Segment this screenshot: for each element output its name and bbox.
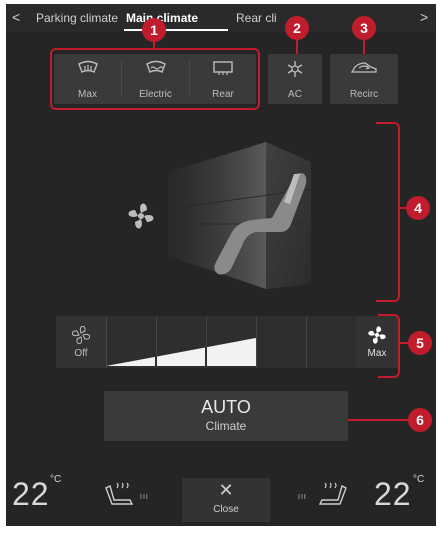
callout-4-bracket <box>376 122 400 302</box>
callout-badge-4: 4 <box>406 196 430 220</box>
seat-heat-icon <box>318 482 347 505</box>
callout-badge-6: 6 <box>408 408 432 432</box>
ac-button[interactable]: AC <box>268 54 322 104</box>
recirculation-button[interactable]: Recirc <box>330 54 398 104</box>
fan-level-indicator <box>106 338 256 366</box>
airflow-distribution-graphic[interactable] <box>106 134 356 294</box>
next-chevron-icon[interactable]: > <box>420 9 428 25</box>
fan-outline-icon <box>72 326 90 344</box>
callout-badge-2: 2 <box>285 16 309 40</box>
auto-climate-button[interactable]: AUTO Climate <box>104 391 348 441</box>
callout-1-highlight <box>50 48 260 110</box>
driver-seat-heating-button[interactable]: III <box>102 482 162 512</box>
recirculation-car-icon <box>350 62 377 73</box>
callout-badge-3: 3 <box>352 16 376 40</box>
callout-6-leader <box>348 419 408 421</box>
fan-level-segment[interactable] <box>256 316 307 368</box>
tab-parking-climate[interactable]: Parking climate <box>36 11 118 25</box>
callout-badge-5: 5 <box>408 331 432 355</box>
callout-3-leader <box>363 40 365 54</box>
close-button[interactable]: ✕ Close <box>182 478 270 522</box>
callout-2-leader <box>296 40 298 54</box>
temperature-unit: °C <box>50 474 62 485</box>
climate-bar: 22 °C III ✕ Close III 22 °C <box>6 466 436 526</box>
snowflake-icon <box>287 61 303 77</box>
back-chevron-icon[interactable]: < <box>12 9 20 25</box>
driver-temperature[interactable]: 22 <box>12 476 50 513</box>
seat-heat-level: III <box>140 494 149 501</box>
callout-badge-1: 1 <box>142 18 166 42</box>
passenger-seat-heating-button[interactable]: III <box>296 482 356 512</box>
fan-icon <box>128 203 154 229</box>
callout-5-leader <box>398 342 408 344</box>
fan-level-segment[interactable] <box>306 316 357 368</box>
active-tab-indicator <box>124 29 228 31</box>
fan-off-button[interactable]: Off <box>56 316 106 368</box>
callout-5-bracket <box>378 314 400 378</box>
tab-rear-climate[interactable]: Rear cli <box>236 11 277 25</box>
temperature-unit: °C <box>413 474 425 485</box>
seat-heat-level: III <box>298 494 307 501</box>
passenger-temperature[interactable]: 22 <box>374 476 412 513</box>
close-icon: ✕ <box>218 480 234 500</box>
callout-4-leader <box>398 207 406 209</box>
seat-heat-icon <box>105 482 134 505</box>
fan-speed-panel: Off Max <box>56 316 398 368</box>
